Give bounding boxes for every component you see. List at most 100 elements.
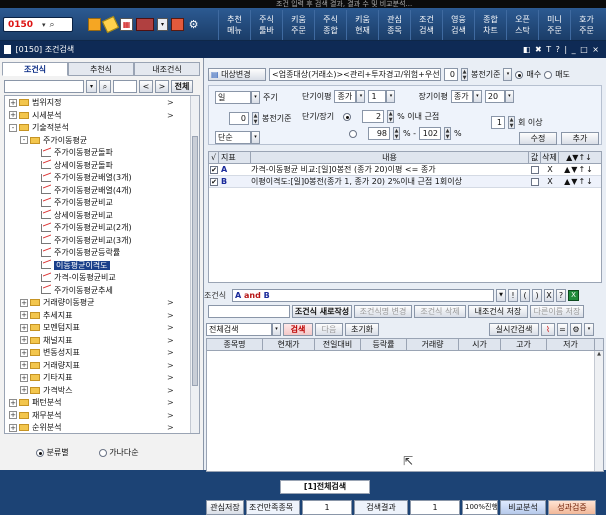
tree-item[interactable]: - 기술적분석 xyxy=(9,122,199,135)
radio-off-icon[interactable] xyxy=(98,448,107,457)
ma-type-select[interactable]: 단순 xyxy=(215,131,251,144)
chevron-right-icon[interactable]: > xyxy=(167,385,174,397)
rename-condition-button[interactable]: 조건식명 변경 xyxy=(354,305,412,318)
excel-icon[interactable]: X xyxy=(568,290,579,301)
radio-off-icon[interactable] xyxy=(544,70,553,79)
radio-on-icon[interactable] xyxy=(515,70,524,79)
expand-icon[interactable]: + xyxy=(20,373,28,382)
open-paren-button[interactable]: ( xyxy=(520,289,530,302)
window-controls[interactable]: ◧ ✖ T ? | _ □ × xyxy=(523,41,600,58)
search-extra-input[interactable] xyxy=(113,80,137,93)
tree-item[interactable]: 주가이동평균돌파 xyxy=(9,147,199,160)
spin-icon[interactable]: ▲ ▼ xyxy=(387,110,395,123)
toolbar-button-4[interactable]: 키움 현재 xyxy=(346,9,378,40)
radio-on-icon[interactable] xyxy=(36,448,44,457)
tree-item[interactable]: 주가이동평균등락률 xyxy=(9,247,199,260)
expand-icon[interactable]: + xyxy=(20,361,28,369)
chevron-right-icon[interactable]: > xyxy=(167,347,174,359)
screen-number-box[interactable]: 0150 ▾ ⌕ xyxy=(3,17,73,32)
spin-icon[interactable]: ▲ ▼ xyxy=(393,127,400,140)
expand-icon[interactable]: + xyxy=(20,336,28,344)
chevron-down-icon[interactable]: ▼ xyxy=(496,289,506,302)
edit-button[interactable]: 수정 xyxy=(519,132,557,145)
reset-button[interactable]: 초기화 xyxy=(345,323,379,336)
performance-verify-button[interactable]: 성과검증 xyxy=(548,499,596,515)
chevron-right-icon[interactable]: > xyxy=(167,310,174,322)
tree-item[interactable]: + 기타지표 > xyxy=(9,372,199,385)
chevron-down-icon[interactable]: ▾ xyxy=(472,90,482,103)
chevron-right-icon[interactable]: > xyxy=(167,110,174,122)
short-ma-type[interactable]: 종가 xyxy=(334,90,357,103)
tree-item[interactable]: + 범위지정 > xyxy=(9,97,199,110)
toolbar-button-3[interactable]: 주식 종합 xyxy=(314,9,346,40)
tree-item[interactable]: 상세이동평균비교 xyxy=(9,210,199,223)
toolbar-button-2[interactable]: 키움 주문 xyxy=(282,9,314,40)
check-icon[interactable]: ✔ xyxy=(210,165,218,174)
results-col-6[interactable]: 고가 xyxy=(501,338,547,351)
results-scrollbar[interactable]: ▲ xyxy=(594,351,603,471)
expand-icon[interactable]: + xyxy=(9,411,17,419)
spin-icon[interactable]: ▲ ▼ xyxy=(252,112,259,125)
tab-recommended[interactable]: 추천식 xyxy=(68,62,134,76)
change-target-button[interactable]: ▤ 대상변경 xyxy=(208,68,266,81)
search-icon[interactable]: ⌕ xyxy=(50,20,55,30)
expand-icon[interactable]: + xyxy=(20,348,28,357)
realtime-search-button[interactable]: 실시간검색 xyxy=(489,323,539,336)
not-operator-button[interactable]: ! xyxy=(508,289,518,302)
search-icon[interactable]: ⌕ xyxy=(99,80,111,93)
toolbar-button-1[interactable]: 주식 툴바 xyxy=(250,9,282,40)
tree-item[interactable]: + 거래량지표 > xyxy=(9,360,199,373)
chevron-right-icon[interactable]: > xyxy=(167,372,174,384)
spin-icon[interactable]: ▲ ▼ xyxy=(461,68,468,81)
range-from-input[interactable]: 98 xyxy=(368,127,390,140)
delete-icon[interactable]: X xyxy=(541,177,559,186)
collapse-icon[interactable]: - xyxy=(9,123,17,132)
chevron-down-icon[interactable]: ▾ xyxy=(504,90,514,103)
radio-off-icon[interactable] xyxy=(349,129,357,138)
toolbar-button-10[interactable]: 미니 주문 xyxy=(538,9,570,40)
next-button[interactable]: 다음 xyxy=(315,323,343,336)
chevron-right-icon[interactable]: > xyxy=(167,422,174,433)
chevron-down-icon[interactable]: ▾ xyxy=(251,131,260,144)
spin-icon[interactable]: ▲ ▼ xyxy=(508,116,515,129)
results-col-3[interactable]: 등락률 xyxy=(361,338,407,351)
expand-icon[interactable]: + xyxy=(9,111,17,119)
tree-item[interactable]: 가격-이동평균비교 xyxy=(9,272,199,285)
chevron-right-icon[interactable]: > xyxy=(167,322,174,334)
tree-item[interactable]: - 주가이동평균 xyxy=(9,135,199,148)
chevron-down-icon[interactable]: ▾ xyxy=(503,68,513,81)
expand-icon[interactable]: + xyxy=(9,98,17,107)
bong-offset-input[interactable]: 0 xyxy=(444,68,458,81)
delete-icon[interactable]: X xyxy=(541,165,559,174)
move-arrows-icon[interactable]: ▲▼↑↓ xyxy=(559,165,599,174)
condition-search-input[interactable] xyxy=(4,80,84,93)
tree-item[interactable]: 상세이동평균돌파 xyxy=(9,160,199,173)
near-percent-input[interactable]: 2 xyxy=(362,110,385,123)
long-ma-period[interactable]: 20 xyxy=(484,90,505,103)
expand-icon[interactable]: + xyxy=(9,423,17,432)
toolbar-button-9[interactable]: 오픈 스탁 xyxy=(506,9,538,40)
search-button[interactable]: 검색 xyxy=(283,323,313,336)
tree-item[interactable]: 주가이동평균비교(3개) xyxy=(9,235,199,248)
tree-item[interactable]: 이동평균이격도 xyxy=(9,260,199,273)
sort-by-category[interactable]: 분류별 xyxy=(36,447,69,458)
value-checkbox[interactable] xyxy=(531,165,539,174)
tree-item[interactable]: + 패턴분석 > xyxy=(9,397,199,410)
add-button[interactable]: 추가 xyxy=(561,132,599,145)
chevron-right-icon[interactable]: > xyxy=(167,335,174,347)
toolbar-button-5[interactable]: 관심 종목 xyxy=(378,9,410,40)
tab-all-search[interactable]: [1]전체검색 xyxy=(280,480,370,494)
results-col-1[interactable]: 현재가 xyxy=(263,338,315,351)
tree-item[interactable]: + 변동성지표 > xyxy=(9,347,199,360)
toolbar-button-6[interactable]: 조건 검색 xyxy=(410,9,442,40)
calendar-icon[interactable]: ▦ xyxy=(120,17,133,31)
period-select[interactable]: 일 xyxy=(215,91,251,104)
save-my-condition-button[interactable]: 내조건식 저장 xyxy=(468,305,528,318)
chevron-down-icon[interactable]: ▾ xyxy=(251,91,260,104)
results-col-4[interactable]: 거래량 xyxy=(407,338,459,351)
prev-arrow-icon[interactable]: < xyxy=(139,80,153,93)
chevron-down-icon[interactable]: ▾ xyxy=(386,90,396,103)
save-watchlist-button[interactable]: 관심저장 xyxy=(206,499,244,515)
condition-row[interactable]: ✔ A 가격-이동평균 비교:[일]0봉전 (종가 20)이평 <= 종가 X ▲▼↑↓ xyxy=(209,164,601,176)
chart-icon[interactable]: ⌇ xyxy=(541,323,555,336)
